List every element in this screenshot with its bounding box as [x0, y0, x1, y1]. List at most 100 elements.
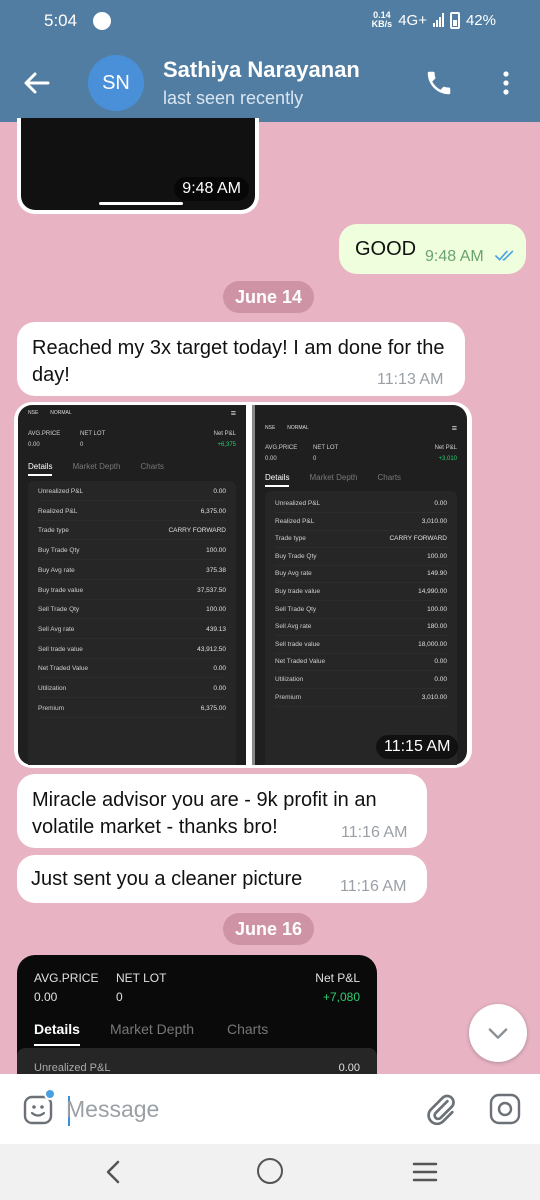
- detail-value: 0.00: [213, 685, 226, 692]
- detail-value: 149.90: [427, 570, 447, 578]
- detail-label: Sell Trade Qty: [275, 605, 317, 613]
- detail-row: Unrealized P&L 0.00: [38, 483, 226, 501]
- detail-row: Realized P&L 6,375.00: [38, 503, 226, 521]
- tab-charts: Charts: [377, 473, 402, 482]
- tab-market-depth: Market Depth: [110, 1021, 195, 1037]
- date-separator: June 16: [223, 913, 315, 945]
- back-arrow-icon[interactable]: [22, 68, 52, 98]
- detail-value: 3,010.00: [421, 693, 447, 701]
- net-pnl-value: +6,375: [217, 442, 236, 448]
- detail-row: Buy trade value 14,990.00: [275, 583, 447, 601]
- detail-row: Trade type CARRY FORWARD: [38, 522, 226, 541]
- speed-unit: KB/s: [371, 19, 393, 29]
- detail-label: Sell Trade Qty: [38, 606, 80, 614]
- detail-row: Buy Trade Qty 100.00: [38, 542, 226, 561]
- detail-value: 14,990.00: [418, 588, 447, 595]
- notification-dot: [44, 1088, 56, 1100]
- nav-recents-icon[interactable]: [412, 1160, 438, 1184]
- nav-back-icon[interactable]: [100, 1158, 128, 1186]
- avg-price-label: AVG.PRICE: [28, 431, 61, 437]
- tab-market-depth: Market Depth: [72, 462, 121, 471]
- detail-label: Buy Trade Qty: [275, 552, 317, 560]
- message-time: 11:16 AM: [341, 824, 408, 841]
- message-input[interactable]: [66, 1090, 386, 1128]
- detail-row: Buy Avg rate 149.90: [275, 565, 447, 584]
- order-type-label: NORMAL: [50, 410, 72, 416]
- incoming-message[interactable]: Reached my 3x target today! I am done fo…: [17, 322, 465, 396]
- detail-value: 100.00: [206, 547, 226, 555]
- message-text: GOOD: [355, 238, 417, 260]
- detail-row: Sell Trade Qty 100.00: [275, 601, 447, 619]
- detail-row: Utilization 0.00: [38, 680, 226, 698]
- detail-label: Buy trade value: [38, 586, 84, 594]
- incoming-message[interactable]: Miracle advisor you are - 9k profit in a…: [17, 774, 427, 848]
- incoming-message[interactable]: Just sent you a cleaner picture 11:16 AM: [17, 855, 427, 903]
- paperclip-icon[interactable]: [424, 1092, 458, 1126]
- message-composer: [0, 1074, 540, 1144]
- avatar[interactable]: SN: [88, 55, 144, 111]
- battery-icon: [449, 11, 460, 29]
- detail-label: Buy Avg rate: [38, 566, 75, 574]
- detail-value: 18,000.00: [418, 640, 447, 648]
- detail-value: 0.00: [434, 676, 447, 683]
- nav-home-icon[interactable]: [257, 1158, 283, 1184]
- screenshot-tabs: Details Market Depth Charts: [265, 473, 457, 487]
- contact-status: last seen recently: [163, 88, 304, 108]
- detail-row: Trade type CARRY FORWARD: [275, 530, 447, 549]
- net-pnl-label: Net P&L: [213, 431, 236, 437]
- detail-row: Utilization 0.00: [275, 671, 447, 689]
- detail-row: Net Traded Value 0.00: [275, 653, 447, 672]
- details-panel: Unrealized P&L 0.00 Realized P&L 6,375.00 Tr…: [28, 481, 236, 765]
- more-menu-icon[interactable]: [496, 68, 516, 98]
- detail-value: CARRY FORWARD: [168, 527, 226, 535]
- detail-label: Realized P&L: [38, 507, 78, 515]
- home-indicator: [99, 202, 183, 205]
- trade-screenshot-right[interactable]: NSE NORMAL ≡ AVG.PRICE 0.00 NET LOT 0 Net …: [252, 405, 467, 765]
- screenshot-tabs: Details Market Depth Charts: [28, 462, 236, 476]
- photo-album[interactable]: NSE NORMAL ≡ AVG.PRICE 0.00 NET LOT 0 Net …: [14, 402, 472, 768]
- detail-label: Sell trade value: [275, 640, 320, 648]
- whatsapp-notification-icon: [93, 12, 111, 30]
- detail-label: Buy Trade Qty: [38, 547, 80, 555]
- camera-icon[interactable]: [488, 1092, 522, 1126]
- status-right: 0.14 KB/s 4G+ 42%: [372, 11, 496, 29]
- trade-screenshot-left[interactable]: NSE NORMAL ≡ AVG.PRICE 0.00 NET LOT 0 Net …: [18, 405, 246, 765]
- message-time: 9:48 AM: [174, 177, 249, 201]
- detail-label: Buy trade value: [275, 588, 321, 595]
- message-time: 9:48 AM: [425, 248, 484, 265]
- detail-row: Premium 6,375.00: [38, 700, 226, 718]
- avg-price-label: AVG.PRICE: [34, 971, 99, 985]
- detail-row: Realized P&L 3,010.00: [275, 513, 447, 531]
- network-speed: 0.14 KB/s: [372, 11, 393, 29]
- detail-row: Sell Avg rate 439.13: [38, 621, 226, 639]
- contact-name[interactable]: Sathiya Narayanan: [163, 57, 360, 83]
- exchange-label: NSE: [265, 425, 276, 431]
- photo-message[interactable]: 9:48 AM: [17, 118, 259, 214]
- detail-label: Net Traded Value: [275, 658, 326, 666]
- detail-label: Unrealized P&L: [38, 488, 84, 495]
- status-time: 5:04: [44, 11, 78, 30]
- message-text: Just sent you a cleaner picture: [31, 868, 303, 890]
- detail-row: Buy Trade Qty 100.00: [275, 548, 447, 566]
- message-time: 11:16 AM: [340, 878, 407, 895]
- message-time: 11:15 AM: [376, 735, 459, 759]
- summary-header: AVG.PRICE 0.00 NET LOT 0 Net P&L +3,010: [265, 443, 457, 469]
- net-pnl-value: +7,080: [322, 990, 360, 1004]
- detail-value: 0.00: [213, 665, 226, 673]
- detail-row: Buy trade value 37,537.50: [38, 582, 226, 600]
- row-label: Unrealized P&L: [34, 1062, 111, 1074]
- outgoing-message[interactable]: GOOD 9:48 AM: [339, 224, 526, 274]
- detail-label: Trade type: [38, 527, 69, 535]
- net-lot-value: 0: [313, 456, 317, 462]
- detail-label: Sell Avg rate: [275, 623, 312, 631]
- avg-price-value: 0.00: [28, 442, 40, 448]
- phone-icon[interactable]: [424, 68, 454, 98]
- exchange-label: NSE: [28, 410, 39, 416]
- detail-value: 0.00: [434, 658, 447, 666]
- detail-row: Sell trade value 43,912.50: [38, 641, 226, 659]
- scroll-to-bottom-button[interactable]: [469, 1004, 527, 1062]
- detail-value: 100.00: [427, 605, 447, 613]
- details-panel: Unrealized P&L 0.00 Realized P&L 3,010.00 Tr…: [265, 491, 457, 765]
- trade-screenshot-large[interactable]: AVG.PRICE 0.00 NET LOT 0 Net P&L +7,080 …: [17, 955, 377, 1080]
- detail-value: 100.00: [427, 552, 447, 560]
